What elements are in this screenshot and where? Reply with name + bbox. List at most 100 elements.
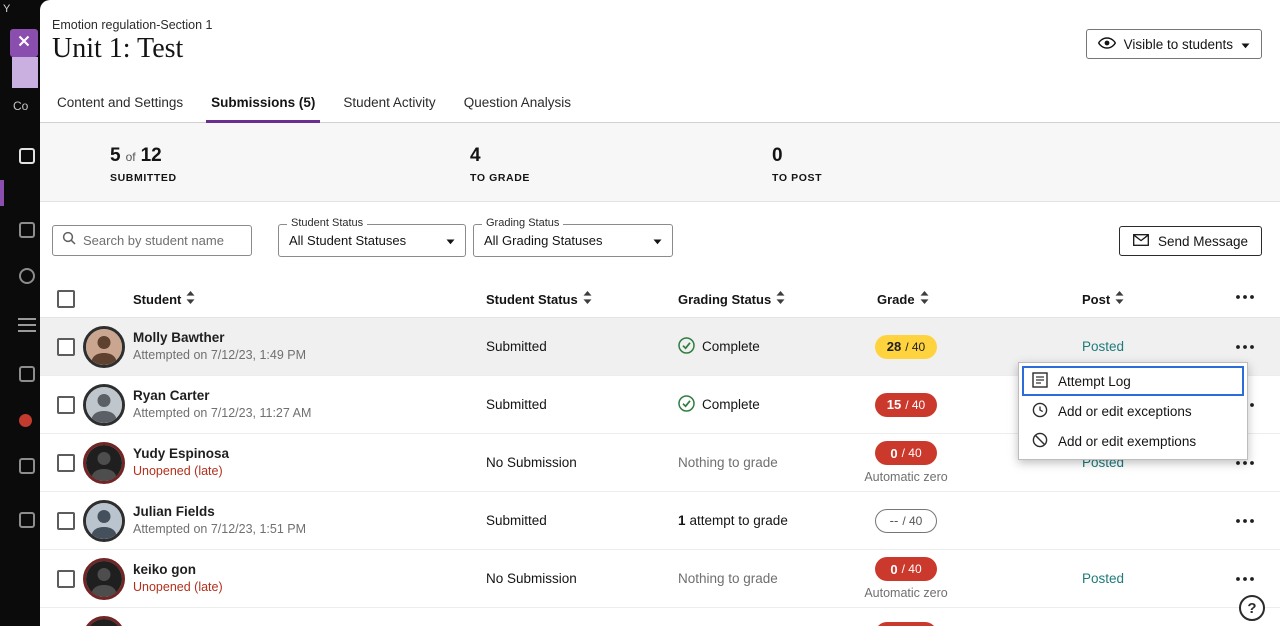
grading-status-filter[interactable]: Grading Status All Grading Statuses [473, 224, 673, 257]
column-header-grade[interactable]: Grade [877, 291, 929, 307]
close-panel-button[interactable] [10, 29, 38, 57]
sidebar-nav-icon[interactable] [19, 366, 35, 382]
column-header-student-status[interactable]: Student Status [486, 291, 592, 307]
header-overflow-menu-button[interactable] [1236, 295, 1254, 299]
stat-submitted-total: 12 [141, 145, 162, 167]
attempt-info: Attempted on 7/12/23, 1:51 PM [133, 522, 306, 536]
grading-status-cell: Complete [678, 318, 760, 375]
tab-bar: Content and Settings Submissions (5) Stu… [40, 90, 1280, 123]
tab-question-analysis[interactable]: Question Analysis [459, 95, 576, 122]
grade-pill[interactable]: -- / 40 [875, 509, 937, 533]
avatar [83, 558, 125, 600]
menu-item-exemptions[interactable]: Add or edit exemptions [1022, 426, 1244, 456]
tab-submissions[interactable]: Submissions (5) [206, 95, 320, 122]
student-search [52, 225, 252, 256]
column-header-grading-status[interactable]: Grading Status [678, 291, 785, 307]
student-name[interactable]: Ryan Carter [133, 388, 311, 403]
sidebar-nav-icon[interactable] [19, 222, 35, 238]
stat-to-grade-value: 4 [470, 145, 481, 167]
grading-status-filter-label: Grading Status [482, 217, 563, 229]
grading-status-label: Complete [702, 339, 760, 354]
grading-status-cell: 1attempt to grade [678, 492, 788, 549]
grading-status-cell: Complete [678, 376, 760, 433]
grade-pill[interactable] [875, 622, 937, 626]
menu-lines-icon[interactable] [18, 318, 36, 336]
menu-item-exceptions[interactable]: Add or edit exceptions [1022, 396, 1244, 426]
attempt-info: Attempted on 7/12/23, 11:27 AM [133, 406, 311, 420]
row-checkbox[interactable] [57, 396, 75, 414]
grading-status-label: attempt to grade [690, 513, 788, 528]
menu-item-attempt-log[interactable]: Attempt Log [1022, 366, 1244, 396]
stat-submitted: 5 of 12 SUBMITTED [110, 145, 177, 184]
block-icon [1032, 432, 1048, 451]
student-name[interactable]: Molly Bawther [133, 330, 306, 345]
post-status[interactable]: Posted [1082, 550, 1124, 607]
student-status-filter-value: All Student Statuses [289, 233, 406, 248]
student-status-cell: Submitted [486, 376, 547, 433]
search-input[interactable] [83, 233, 242, 248]
tab-content-and-settings[interactable]: Content and Settings [52, 95, 188, 122]
sort-icon [583, 291, 592, 307]
visibility-dropdown-button[interactable]: Visible to students [1086, 29, 1262, 59]
sidebar-partial-text: Y [3, 3, 10, 15]
column-label: Grading Status [678, 292, 771, 307]
column-header-post[interactable]: Post [1082, 291, 1124, 307]
avatar [83, 616, 125, 626]
student-status-cell: No Submission [486, 434, 577, 491]
row-overflow-menu-button[interactable] [1236, 492, 1254, 549]
grade-cell [846, 608, 966, 626]
complete-check-icon [678, 395, 695, 415]
table-row-julian-fields[interactable]: Julian Fields Attempted on 7/12/23, 1:51… [40, 492, 1280, 550]
grade-cell: 15 / 40 [846, 376, 966, 433]
select-all-checkbox[interactable] [57, 290, 75, 308]
search-icon [62, 231, 76, 250]
table-header: Student Student Status Grading Status Gr… [40, 285, 1280, 317]
student-name[interactable]: keiko gon [133, 562, 223, 577]
active-nav-indicator [0, 180, 4, 206]
stat-to-post-label: TO POST [772, 172, 822, 184]
help-button[interactable]: ? [1239, 595, 1265, 621]
attempt-info: Attempted on 7/12/23, 1:49 PM [133, 348, 306, 362]
app-window: Y Co Emotion regulation-Section 1 Unit 1… [0, 0, 1280, 626]
table-row-keiko-gon[interactable]: keiko gon Unopened (late) No Submission … [40, 550, 1280, 608]
column-label: Student Status [486, 292, 578, 307]
row-checkbox[interactable] [57, 454, 75, 472]
student-status-cell: No Submission [486, 550, 577, 607]
chevron-down-icon [446, 232, 455, 250]
student-status-filter-label: Student Status [287, 217, 367, 229]
grade-max: / 40 [905, 340, 925, 354]
avatar [83, 326, 125, 368]
grading-status-cell: Nothing to grade [678, 434, 778, 491]
grade-pill[interactable]: 15 / 40 [875, 393, 937, 417]
student-name[interactable]: Julian Fields [133, 504, 306, 519]
grading-status-cell: Nothing to grade [678, 550, 778, 607]
sidebar-nav-icon[interactable] [19, 268, 35, 284]
row-checkbox[interactable] [57, 512, 75, 530]
avatar [83, 384, 125, 426]
grade-pill[interactable]: 28 / 40 [875, 335, 937, 359]
attempt-info: Unopened (late) [133, 464, 229, 478]
student-name[interactable]: Yudy Espinosa [133, 446, 229, 461]
grade-pill[interactable]: 0 / 40 [875, 441, 937, 465]
clock-icon [1032, 402, 1048, 421]
eye-icon [1098, 37, 1116, 52]
student-status-filter[interactable]: Student Status All Student Statuses [278, 224, 466, 257]
table-row-partial[interactable] [40, 608, 1280, 626]
sort-icon [920, 291, 929, 307]
grade-note: Automatic zero [864, 586, 947, 600]
student-status-cell: Submitted [486, 318, 547, 375]
sidebar-nav-icon[interactable] [19, 512, 35, 528]
row-checkbox[interactable] [57, 570, 75, 588]
grade-pill[interactable]: 0 / 40 [875, 557, 937, 581]
row-checkbox[interactable] [57, 338, 75, 356]
tab-student-activity[interactable]: Student Activity [338, 95, 440, 122]
complete-check-icon [678, 337, 695, 357]
gradebook-icon[interactable] [19, 148, 35, 164]
grade-cell: 28 / 40 [846, 318, 966, 375]
column-header-student[interactable]: Student [133, 291, 195, 307]
send-message-button[interactable]: Send Message [1119, 226, 1262, 256]
attempt-info: Unopened (late) [133, 580, 223, 594]
sidebar-nav-icon[interactable] [19, 458, 35, 474]
stat-to-post-value: 0 [772, 145, 783, 167]
menu-item-label: Attempt Log [1058, 374, 1131, 389]
